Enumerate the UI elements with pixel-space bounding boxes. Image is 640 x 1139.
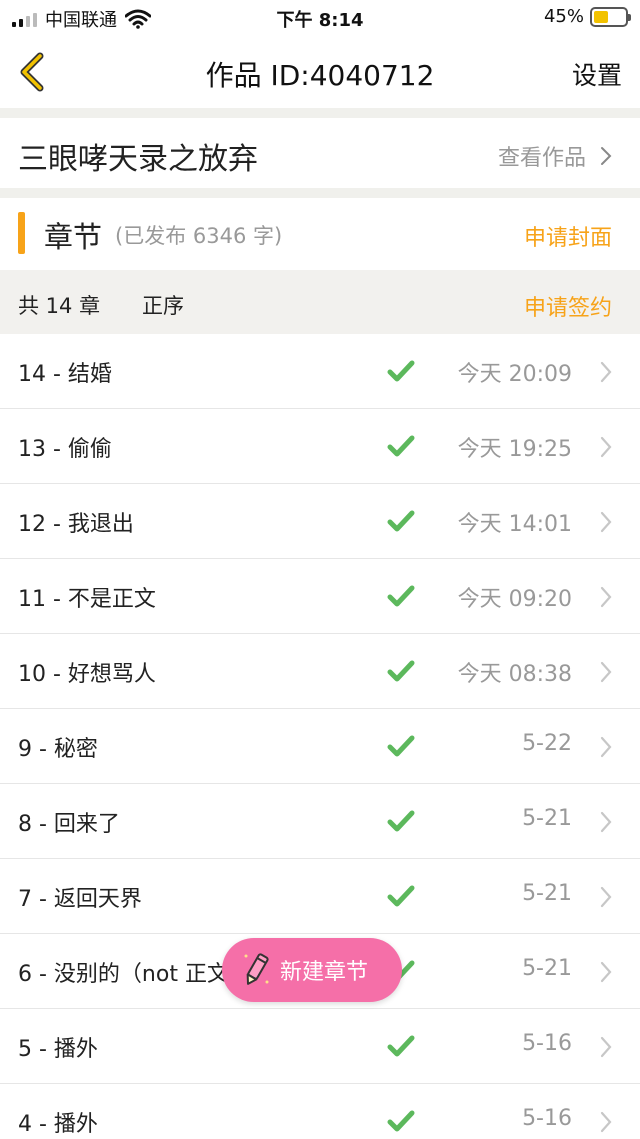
chevron-right-icon: [600, 961, 612, 983]
chevron-right-icon: [600, 511, 612, 533]
chapter-time: 今天 08:38: [457, 662, 572, 687]
divider: [0, 108, 640, 118]
chapter-time: 5-22: [522, 731, 572, 756]
chevron-right-icon: [600, 436, 612, 458]
check-icon: [387, 435, 415, 457]
chapter-title: 6 - 没别的（not 正文）: [18, 962, 251, 987]
chevron-right-icon: [600, 736, 612, 758]
chapter-time: 5-21: [522, 956, 572, 981]
chapter-time: 5-16: [522, 1106, 572, 1131]
chapter-title: 9 - 秘密: [18, 737, 98, 762]
status-left: 中国联通: [12, 6, 151, 32]
view-work-label: 查看作品: [497, 146, 586, 171]
chevron-right-icon: [601, 147, 612, 165]
sort-order-toggle[interactable]: 正序: [142, 290, 184, 320]
check-icon: [387, 510, 415, 532]
chapter-time: 今天 20:09: [457, 362, 572, 387]
chapter-word-count: (已发布 6346 字): [115, 224, 283, 248]
chapter-header: 章节 (已发布 6346 字) 申请封面: [0, 198, 640, 270]
battery-percent: 45%: [543, 6, 584, 27]
battery-fill: [594, 10, 608, 23]
chapter-count: 共 14 章: [18, 294, 101, 318]
chapter-time: 5-16: [522, 1031, 572, 1056]
check-icon: [387, 360, 415, 382]
chapter-title: 14 - 结婚: [18, 362, 112, 387]
chapter-title: 11 - 不是正文: [18, 587, 156, 612]
divider: [0, 188, 640, 198]
apply-sign-button[interactable]: 申请签约: [524, 290, 612, 322]
carrier-label: 中国联通: [45, 10, 117, 31]
chevron-right-icon: [600, 811, 612, 833]
status-bar: 中国联通 下午 8:14 45%: [0, 0, 640, 36]
chapter-title: 5 - 播外: [18, 1037, 98, 1062]
chapter-row[interactable]: 5 - 播外 5-16: [0, 1009, 640, 1084]
chevron-right-icon: [600, 1036, 612, 1058]
settings-button[interactable]: 设置: [572, 56, 622, 92]
check-icon: [387, 1110, 415, 1132]
chapter-time: 今天 19:25: [457, 437, 572, 462]
accent-bar: [18, 212, 25, 254]
status-right: 45%: [543, 6, 631, 27]
chapter-time: 5-21: [522, 881, 572, 906]
chapter-row[interactable]: 10 - 好想骂人 今天 08:38: [0, 634, 640, 709]
check-icon: [387, 1035, 415, 1057]
chapter-row[interactable]: 8 - 回来了 5-21: [0, 784, 640, 859]
view-work-link[interactable]: 查看作品: [498, 140, 616, 172]
new-chapter-button[interactable]: 新建章节: [222, 938, 402, 1002]
chevron-right-icon: [600, 661, 612, 683]
check-icon: [387, 660, 415, 682]
chapter-time: 今天 09:20: [457, 587, 572, 612]
chapter-section-title: 章节: [44, 220, 103, 254]
chapter-title: 4 - 播外: [18, 1112, 98, 1137]
battery-icon: [590, 6, 631, 27]
chevron-right-icon: [600, 586, 612, 608]
chapter-title: 7 - 返回天界: [18, 887, 142, 912]
check-icon: [387, 735, 415, 757]
page-title: 作品 ID:4040712: [205, 59, 435, 92]
work-title: 三眼哮天录之放弃: [18, 142, 258, 177]
chapter-title: 8 - 回来了: [18, 812, 120, 837]
chapter-time: 今天 14:01: [457, 512, 572, 537]
check-icon: [387, 585, 415, 607]
chapter-row[interactable]: 14 - 结婚 今天 20:09: [0, 334, 640, 409]
chapter-title: 13 - 偷偷: [18, 437, 112, 462]
chapter-time: 5-21: [522, 806, 572, 831]
nav-bar: 作品 ID:4040712 设置: [0, 36, 640, 108]
chapter-row[interactable]: 4 - 播外 5-16: [0, 1084, 640, 1139]
chapter-row[interactable]: 11 - 不是正文 今天 09:20: [0, 559, 640, 634]
chapter-title: 12 - 我退出: [18, 512, 134, 537]
wifi-icon: [125, 9, 151, 29]
chapter-row[interactable]: 9 - 秘密 5-22: [0, 709, 640, 784]
chapter-toolbar: 共 14 章 正序 申请签约: [0, 270, 640, 334]
pencil-icon: [244, 953, 269, 985]
chapter-title: 10 - 好想骂人: [18, 662, 156, 687]
signal-icon: [12, 11, 37, 27]
chapter-row[interactable]: 12 - 我退出 今天 14:01: [0, 484, 640, 559]
chapter-row[interactable]: 13 - 偷偷 今天 19:25: [0, 409, 640, 484]
chevron-right-icon: [600, 361, 612, 383]
chapter-list: 14 - 结婚 今天 20:09 13 - 偷偷 今天 19:25 12 - 我退出 今天…: [0, 334, 640, 1139]
chevron-right-icon: [600, 1111, 612, 1133]
chapter-row[interactable]: 7 - 返回天界 5-21: [0, 859, 640, 934]
work-row[interactable]: 三眼哮天录之放弃 查看作品: [0, 118, 640, 188]
chevron-right-icon: [600, 886, 612, 908]
new-chapter-label: 新建章节: [280, 960, 369, 985]
check-icon: [387, 810, 415, 832]
check-icon: [387, 885, 415, 907]
apply-cover-button[interactable]: 申请封面: [524, 220, 612, 252]
